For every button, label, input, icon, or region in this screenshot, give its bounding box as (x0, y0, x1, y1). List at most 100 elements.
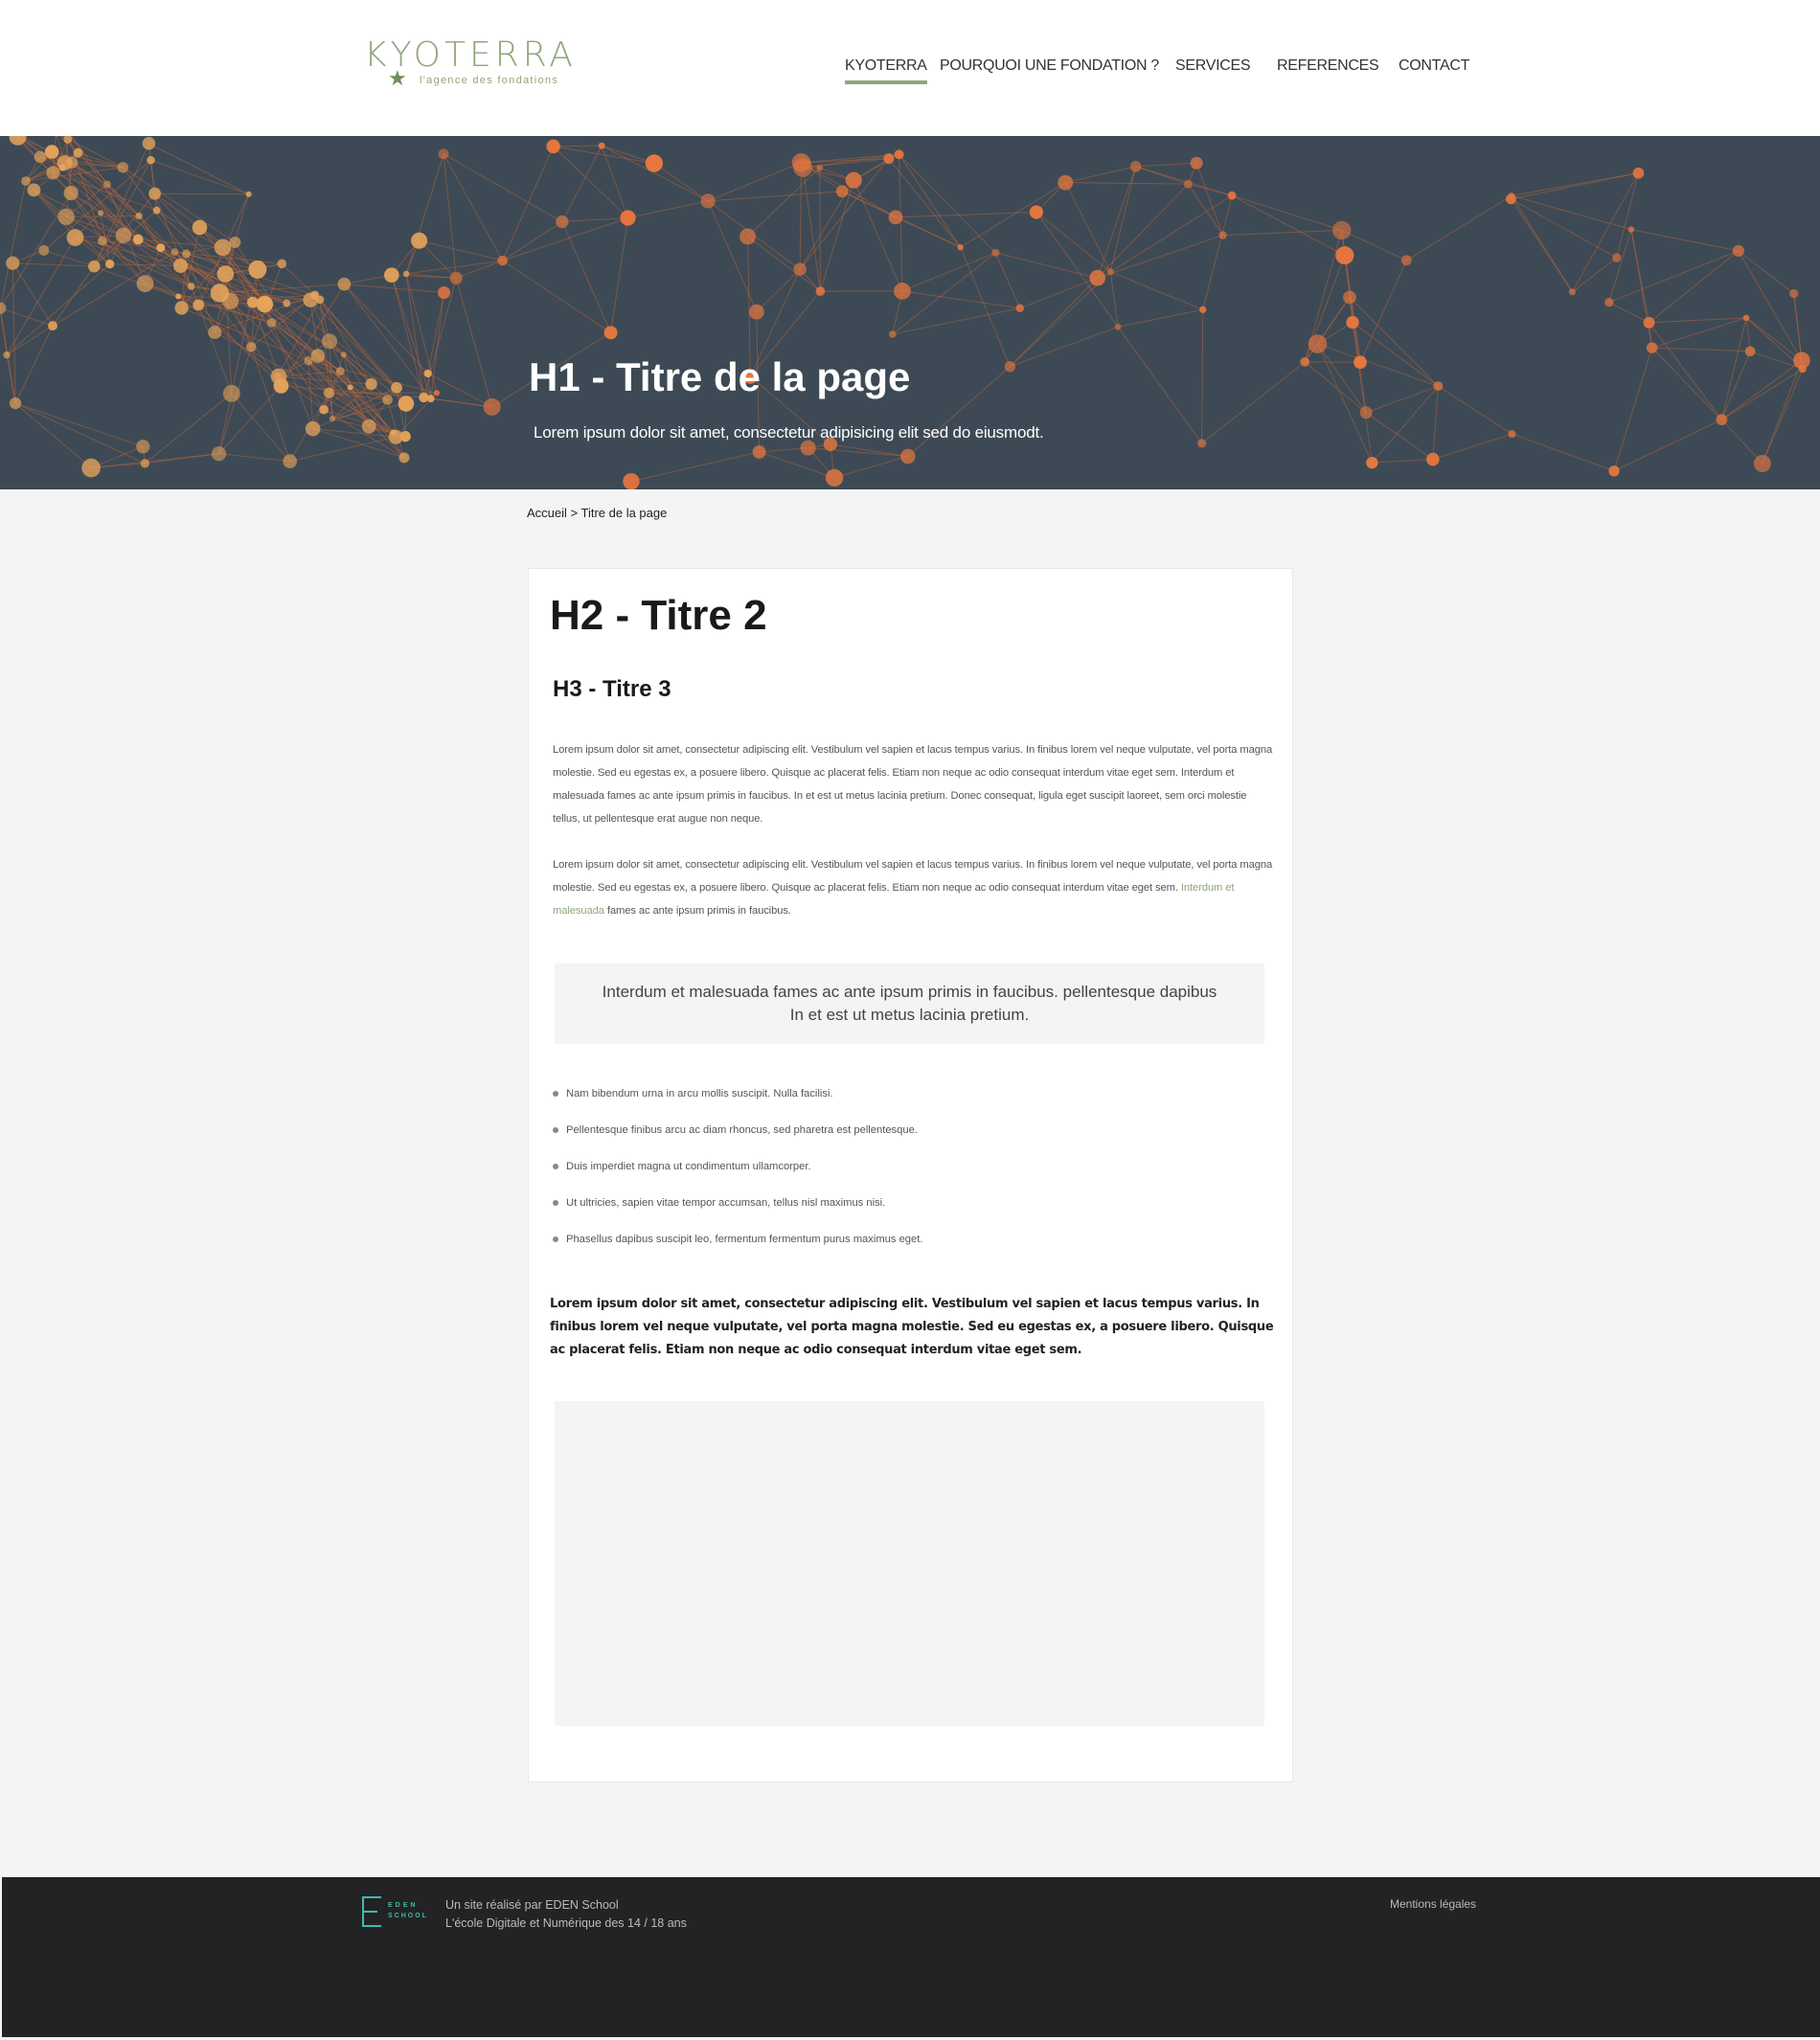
network-node (347, 384, 353, 391)
network-node (883, 153, 895, 165)
network-node (398, 396, 415, 412)
network-node (1798, 365, 1807, 374)
network-node (748, 304, 764, 320)
network-node (1354, 355, 1367, 370)
network-node (132, 234, 144, 245)
nav-item-kyoterra[interactable]: KYOTERRA (845, 57, 927, 84)
network-node (1506, 193, 1516, 205)
network-node (48, 321, 57, 331)
network-node (700, 193, 716, 209)
network-node (246, 342, 257, 352)
network-node (398, 452, 410, 464)
network-node (1400, 255, 1412, 266)
bullet-list: Nam bibendum urna in arcu mollis suscipi… (553, 1086, 1262, 1268)
network-node (991, 248, 1000, 257)
network-node (321, 333, 338, 350)
legal-notice-link[interactable]: Mentions légales (1390, 1897, 1476, 1911)
network-node (266, 318, 277, 328)
network-node (1646, 342, 1658, 353)
network-node (1426, 452, 1440, 466)
network-node (0, 302, 7, 314)
media-placeholder (555, 1401, 1264, 1726)
list-item: Ut ultricies, sapien vitae tempor accums… (553, 1195, 1262, 1232)
network-node (1627, 226, 1635, 233)
breadcrumb[interactable]: Accueil > Titre de la page (527, 506, 667, 520)
nav-item-contact[interactable]: CONTACT (1399, 57, 1469, 75)
heading-2: H2 - Titre 2 (550, 592, 767, 639)
network-node (793, 262, 807, 276)
network-node (283, 299, 291, 307)
eden-school-logo[interactable]: EDEN SCHOOL (362, 1896, 434, 1929)
network-node (1129, 161, 1142, 172)
network-node (1089, 269, 1105, 286)
list-item: Phasellus dapibus suscipit leo, fermentu… (553, 1232, 1262, 1268)
network-node (1183, 179, 1193, 189)
network-node (214, 238, 232, 257)
network-node (175, 293, 182, 300)
network-node (148, 187, 161, 200)
footer-credit: Un site réalisé par EDEN School (445, 1898, 619, 1912)
network-node (88, 260, 101, 273)
eden-logo-word: EDEN (388, 1902, 419, 1909)
network-node (1612, 253, 1622, 262)
network-node (273, 372, 282, 380)
network-node (277, 259, 287, 269)
network-node (34, 150, 47, 164)
network-node (825, 468, 844, 487)
network-node (1568, 288, 1577, 296)
network-node (142, 136, 156, 150)
network-node (136, 440, 150, 454)
network-node (102, 180, 111, 189)
network-node (449, 271, 463, 284)
network-node (216, 265, 235, 283)
nav-item-services[interactable]: SERVICES (1175, 57, 1251, 75)
network-node (1742, 314, 1750, 322)
network-node (1744, 346, 1756, 357)
network-node (73, 147, 83, 158)
kyoterra-logo[interactable]: KYOTERRA ★ l'agence des fondations (364, 36, 573, 94)
network-node (1114, 324, 1122, 330)
network-node (1015, 304, 1024, 313)
network-node (739, 228, 757, 245)
network-node (835, 185, 849, 198)
network-node (1058, 174, 1074, 191)
network-node (315, 295, 325, 305)
network-node (438, 285, 451, 300)
network-node (888, 330, 897, 338)
network-node (58, 164, 66, 171)
heading-3: H3 - Titre 3 (553, 676, 671, 702)
network-node (136, 275, 154, 293)
network-node (1632, 167, 1645, 179)
network-node (66, 156, 79, 169)
nav-item-references[interactable]: REFERENCES (1277, 57, 1379, 75)
network-node (246, 296, 259, 308)
network-node (894, 149, 904, 160)
network-node (340, 351, 347, 358)
network-node (382, 395, 393, 405)
network-node (888, 210, 903, 225)
network-node (1218, 231, 1227, 239)
network-node (894, 283, 911, 300)
network-node (256, 295, 274, 313)
network-node (361, 419, 376, 434)
nav-item-pourquoi-une-fondation[interactable]: POURQUOI UNE FONDATION ? (940, 57, 1159, 75)
network-node (98, 210, 104, 216)
network-node (1366, 457, 1378, 469)
network-node (38, 244, 50, 256)
network-node (305, 420, 321, 437)
network-node (115, 227, 132, 244)
network-node (337, 277, 352, 291)
network-node (438, 148, 449, 160)
network-node (546, 139, 560, 154)
network-node (193, 299, 205, 311)
network-node (140, 459, 149, 468)
network-node (248, 260, 267, 279)
list-item: Pellentesque finibus arcu ac diam rhoncu… (553, 1122, 1262, 1159)
network-node (97, 236, 107, 246)
network-node (335, 367, 345, 376)
site-footer: EDEN SCHOOL Un site réalisé par EDEN Sch… (2, 1877, 1820, 2037)
network-node (81, 458, 101, 478)
bold-paragraph: Lorem ipsum dolor sit amet, consectetur … (550, 1297, 1274, 1357)
network-node (603, 326, 618, 340)
site-header: KYOTERRA ★ l'agence des fondations KYOTE… (0, 0, 1820, 136)
